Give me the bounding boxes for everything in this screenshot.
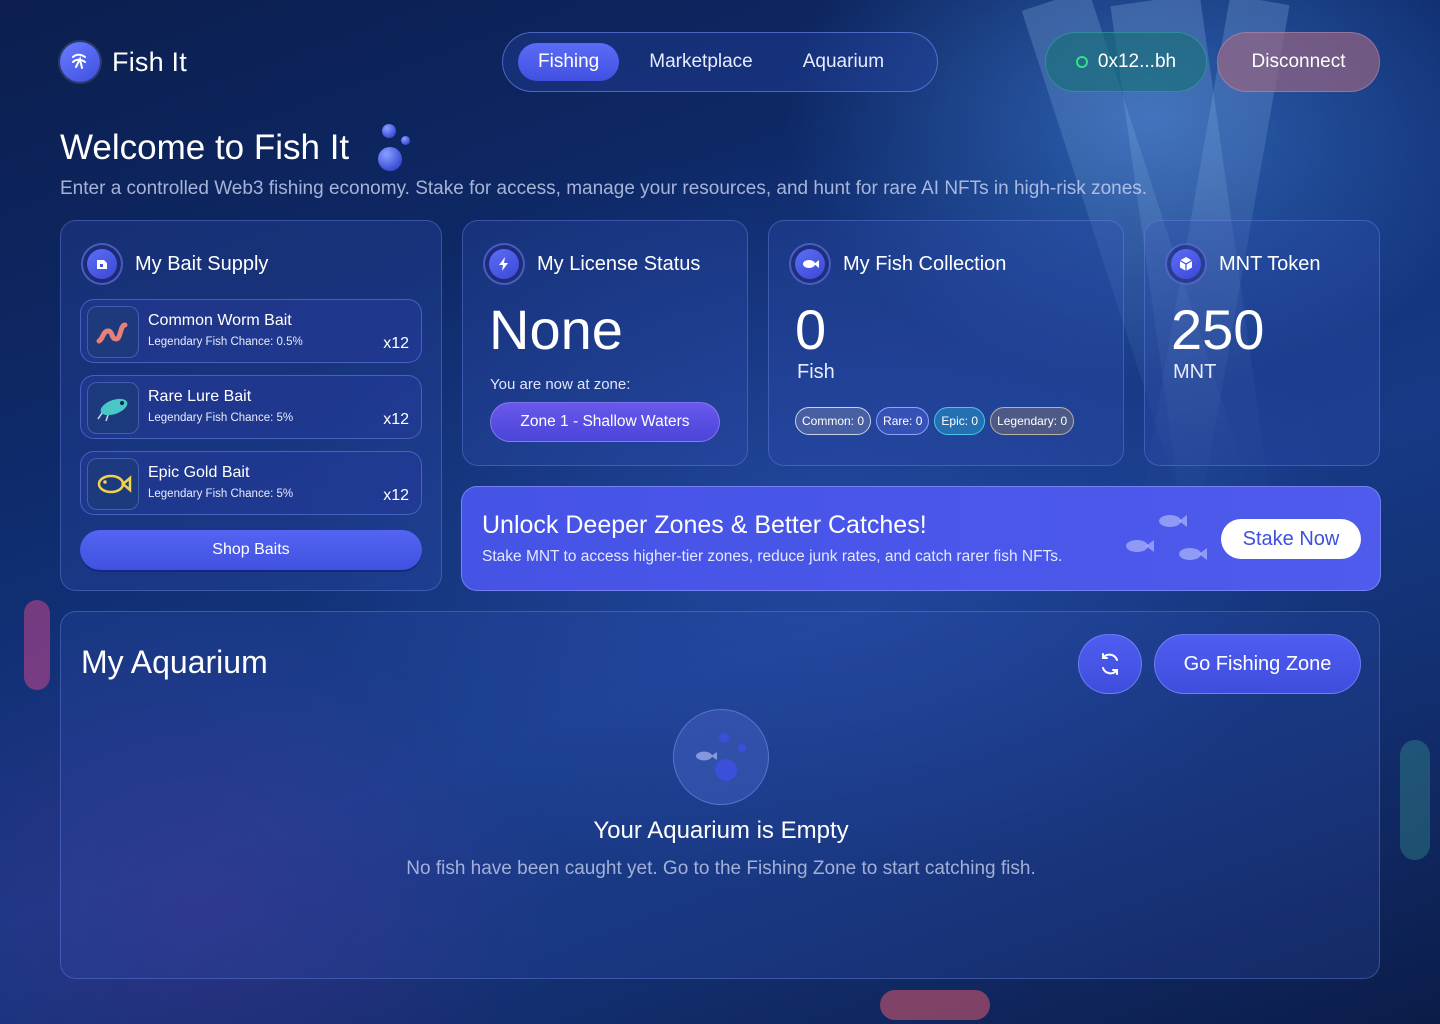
bait-name: Rare Lure Bait (148, 388, 252, 405)
bait-quantity: x12 (383, 487, 409, 504)
bubbles-icon (375, 122, 415, 174)
bait-item[interactable]: Rare Lure Bait Legendary Fish Chance: 5%… (80, 375, 422, 439)
license-status-card: My License Status None You are now at zo… (462, 220, 748, 466)
tab-aquarium[interactable]: Aquarium (783, 43, 904, 81)
shop-baits-button[interactable]: Shop Baits (80, 530, 422, 570)
worm-icon (87, 306, 139, 358)
rarity-badges: Common: 0 Rare: 0 Epic: 0 Legendary: 0 (795, 407, 1075, 435)
bait-name: Common Worm Bait (148, 312, 292, 329)
disconnect-button[interactable]: Disconnect (1217, 32, 1380, 92)
card-header: My Bait Supply (81, 243, 268, 285)
empty-aquarium-icon (673, 709, 769, 805)
coral-decoration (1400, 740, 1430, 860)
app-logo[interactable]: Fish It (60, 42, 187, 82)
stake-promo-banner: Unlock Deeper Zones & Better Catches! St… (461, 486, 1381, 591)
card-title: My Fish Collection (843, 252, 1007, 275)
token-balance: 250 (1171, 298, 1265, 361)
fish-icon (789, 243, 831, 285)
bait-quantity: x12 (383, 411, 409, 428)
connected-status-icon (1075, 56, 1088, 68)
cube-icon (1165, 243, 1207, 285)
wallet-address-button[interactable]: 0x12...bh (1045, 32, 1207, 92)
bait-chance: Legendary Fish Chance: 5% (148, 488, 294, 500)
rarity-badge-epic: Epic: 0 (934, 407, 986, 435)
wallet-address: 0x12...bh (1097, 51, 1177, 72)
bait-chance: Legendary Fish Chance: 5% (148, 412, 294, 424)
bait-name: Epic Gold Bait (148, 464, 250, 481)
stake-now-button[interactable]: Stake Now (1221, 519, 1361, 559)
fish-collection-card: My Fish Collection 0 Fish Common: 0 Rare… (768, 220, 1124, 466)
bait-chance: Legendary Fish Chance: 0.5% (148, 336, 303, 348)
card-title: MNT Token (1219, 252, 1321, 275)
card-header: My License Status (483, 243, 700, 285)
refresh-button[interactable] (1078, 634, 1142, 694)
lure-icon (87, 382, 139, 434)
coral-decoration (880, 990, 990, 1020)
rarity-badge-common: Common: 0 (795, 407, 872, 435)
card-header: My Fish Collection (789, 243, 1006, 285)
bait-icon (81, 243, 123, 285)
promo-title: Unlock Deeper Zones & Better Catches! (482, 511, 927, 539)
page-subtitle: Enter a controlled Web3 fishing economy.… (60, 178, 1148, 199)
fish-unit: Fish (797, 361, 835, 383)
fish-count: 0 (795, 298, 827, 361)
mnt-token-card: MNT Token 250 MNT (1144, 220, 1380, 466)
app-name: Fish It (112, 46, 187, 77)
aquarium-title: My Aquarium (81, 644, 268, 680)
fish-school-icon (1126, 515, 1207, 560)
empty-state-title: Your Aquarium is Empty (593, 817, 849, 844)
card-header: MNT Token (1165, 243, 1321, 285)
license-value: None (489, 298, 623, 361)
fish-logo-icon (60, 42, 100, 82)
rarity-badge-rare: Rare: 0 (876, 407, 930, 435)
refresh-icon (1102, 653, 1118, 675)
tab-marketplace[interactable]: Marketplace (629, 43, 773, 81)
bait-item[interactable]: Common Worm Bait Legendary Fish Chance: … (80, 299, 422, 363)
promo-subtitle: Stake MNT to access higher-tier zones, r… (482, 548, 1063, 565)
bait-item[interactable]: Epic Gold Bait Legendary Fish Chance: 5%… (80, 451, 422, 515)
bait-quantity: x12 (383, 335, 409, 352)
tab-fishing[interactable]: Fishing (518, 43, 620, 81)
coral-decoration (24, 600, 50, 690)
gold-fish-icon (87, 458, 139, 510)
card-title: My License Status (537, 252, 701, 275)
lightning-icon (483, 243, 525, 285)
rarity-badge-legendary: Legendary: 0 (990, 407, 1075, 435)
bait-supply-card: My Bait Supply Common Worm Bait Legendar… (60, 220, 442, 591)
page-title: Welcome to Fish It (60, 128, 350, 167)
zone-badge[interactable]: Zone 1 - Shallow Waters (490, 402, 720, 442)
empty-state-message: No fish have been caught yet. Go to the … (406, 858, 1036, 879)
zone-label: You are now at zone: (490, 376, 631, 393)
aquarium-panel: My Aquarium Go Fishing Zone Your Aquariu… (60, 611, 1380, 979)
token-unit: MNT (1173, 361, 1217, 383)
card-title: My Bait Supply (135, 252, 269, 275)
go-fishing-zone-button[interactable]: Go Fishing Zone (1154, 634, 1361, 694)
main-nav: Fishing Marketplace Aquarium (502, 32, 938, 92)
